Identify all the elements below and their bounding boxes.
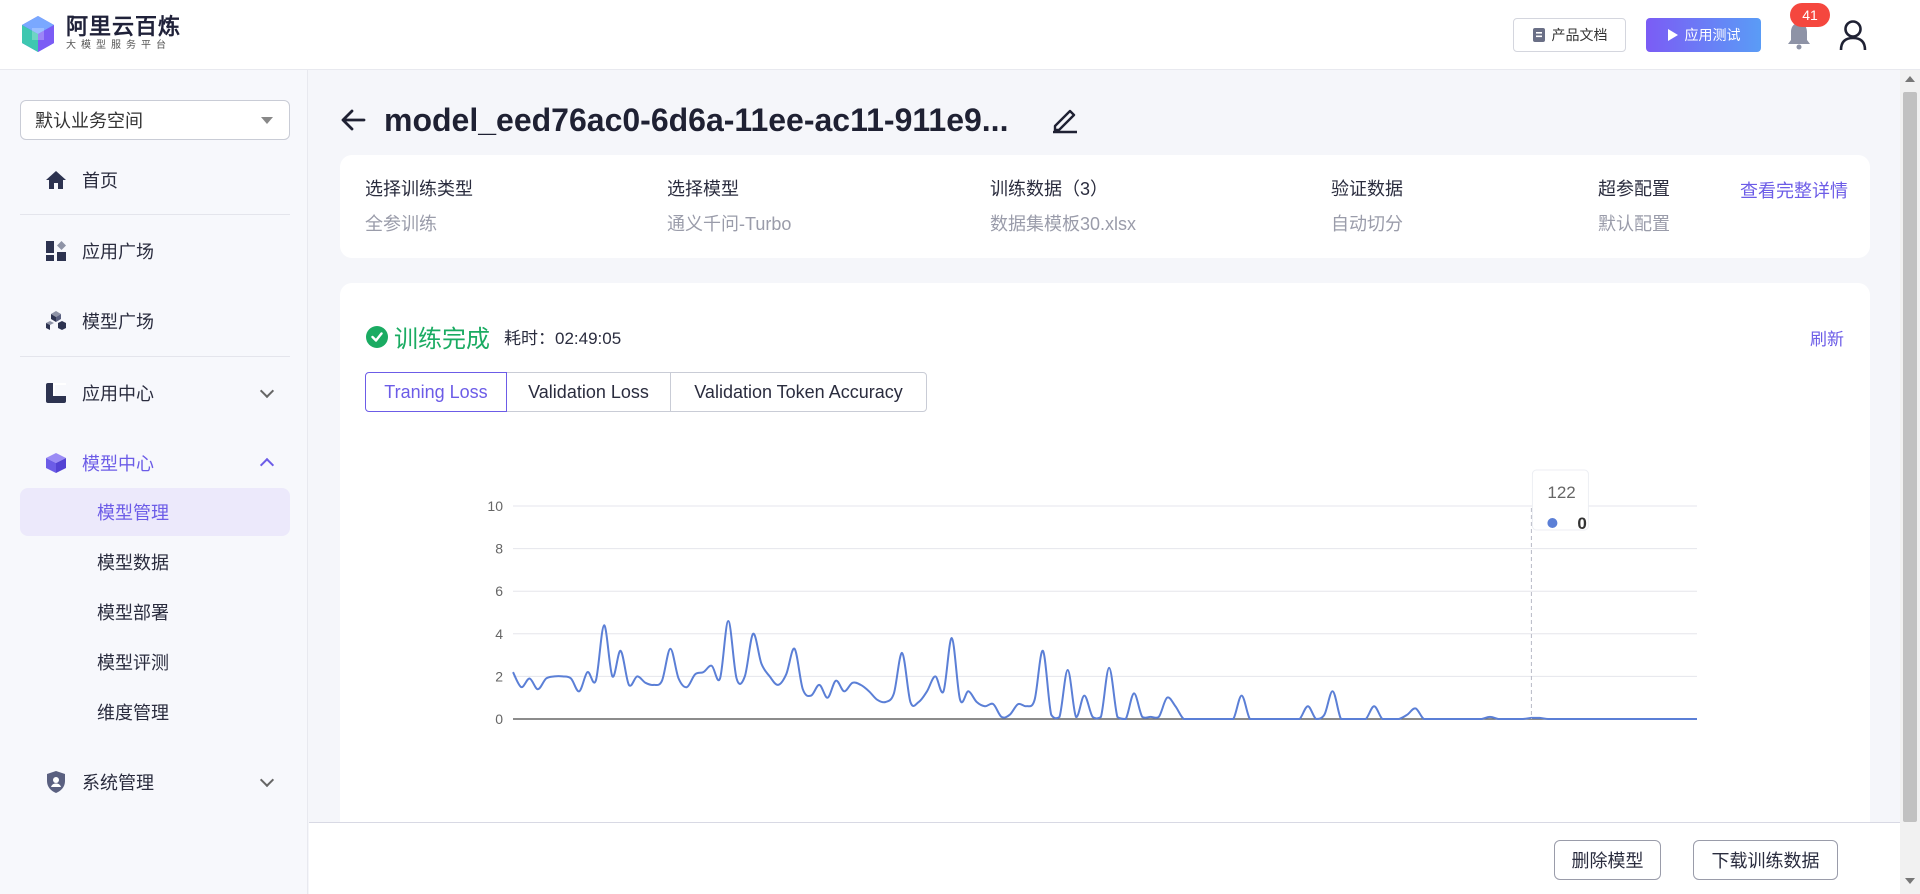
info-model: 选择模型 通义千问-Turbo [667, 177, 791, 236]
info-training-data: 训练数据（3） 数据集模板30.xlsx [990, 177, 1136, 236]
tooltip-value: 0 [1577, 514, 1586, 533]
divider [20, 356, 290, 357]
info-value: 默认配置 [1598, 214, 1670, 234]
tooltip-marker [1547, 518, 1558, 528]
page-header: model_eed76ac0-6d6a-11ee-ac11-911e9... [338, 100, 1008, 140]
workspace-label: 默认业务空间 [35, 111, 143, 131]
logo-subtitle: 大模型服务平台 [66, 40, 171, 51]
sidebar-subitem-label: 维度管理 [97, 703, 169, 723]
info-label: 验证数据 [1331, 179, 1403, 199]
app-test-label: 应用测试 [1684, 27, 1741, 43]
tab-training-loss[interactable]: Traning Loss [365, 372, 507, 412]
notification-badge: 41 [1790, 3, 1830, 27]
logo[interactable]: 阿里云百炼 大模型服务平台 [18, 14, 181, 54]
shield-icon [44, 770, 68, 794]
back-arrow-icon[interactable] [338, 105, 368, 135]
view-details-link[interactable]: 查看完整详情 [1740, 177, 1848, 203]
series-line-training-loss [512, 619, 1697, 721]
sidebar-subitem-model-data[interactable]: 模型数据 [20, 538, 290, 586]
loss-chart[interactable]: 02468101220 [340, 283, 1870, 823]
y-tick-label: 4 [495, 626, 503, 642]
sidebar-item-app-center[interactable]: 应用中心 [20, 368, 290, 418]
info-training-type: 选择训练类型 全参训练 [365, 177, 473, 236]
info-hyperparams: 超参配置 默认配置 [1598, 177, 1670, 236]
sidebar-subitem-label: 模型部署 [97, 603, 169, 623]
sidebar-subitem-label: 模型管理 [97, 503, 169, 523]
sidebar-item-model-center[interactable]: 模型中心 [20, 438, 290, 488]
page-scrollbar[interactable] [1900, 70, 1920, 894]
training-info-card: 选择训练类型 全参训练 选择模型 通义千问-Turbo 训练数据（3） 数据集模… [340, 155, 1870, 258]
sidebar-subitem-label: 模型数据 [97, 553, 169, 573]
y-tick-label: 10 [487, 498, 503, 514]
delete-model-button[interactable]: 删除模型 [1554, 840, 1661, 880]
chevron-up-icon [259, 457, 275, 473]
divider [20, 214, 290, 215]
app-test-button[interactable]: 应用测试 [1646, 18, 1761, 52]
scroll-up-icon[interactable] [1905, 76, 1915, 82]
info-label: 训练数据（3） [990, 179, 1109, 199]
download-training-data-button[interactable]: 下载训练数据 [1693, 840, 1838, 880]
product-docs-button[interactable]: 产品文档 [1513, 18, 1626, 52]
y-tick-label: 8 [495, 541, 503, 557]
y-tick-label: 0 [495, 711, 503, 727]
info-value: 自动切分 [1331, 214, 1403, 234]
tooltip-x-label: 122 [1547, 483, 1575, 502]
scroll-down-icon[interactable] [1905, 878, 1915, 884]
sidebar-item-label: 系统管理 [82, 773, 154, 793]
top-bar: 阿里云百炼 大模型服务平台 产品文档 应用测试 41 [0, 0, 1920, 70]
caret-down-icon [261, 117, 273, 124]
sidebar-subitem-model-eval[interactable]: 模型评测 [20, 638, 290, 686]
y-tick-label: 6 [495, 583, 503, 599]
sidebar-subitem-model-deploy[interactable]: 模型部署 [20, 588, 290, 636]
sidebar-item-label: 应用中心 [82, 384, 154, 404]
sidebar-item-model-plaza[interactable]: 模型广场 [20, 296, 290, 346]
info-value: 通义千问-Turbo [667, 214, 792, 234]
edit-icon[interactable] [1050, 104, 1080, 134]
sidebar-item-label: 模型广场 [82, 312, 154, 332]
sidebar-item-label: 应用广场 [82, 242, 154, 262]
home-icon [44, 168, 68, 192]
model-center-icon [44, 451, 68, 475]
sidebar-item-label: 首页 [82, 171, 118, 191]
sidebar-item-home[interactable]: 首页 [20, 155, 290, 205]
info-value: 数据集模板30.xlsx [990, 214, 1137, 234]
info-label: 选择训练类型 [365, 179, 473, 199]
play-icon [1667, 29, 1678, 41]
y-tick-label: 2 [495, 668, 503, 684]
workspace-select[interactable]: 默认业务空间 [20, 100, 290, 140]
product-docs-label: 产品文档 [1551, 27, 1608, 43]
logo-icon [18, 14, 58, 54]
cubes-icon [44, 309, 68, 333]
sidebar-item-app-plaza[interactable]: 应用广场 [20, 226, 290, 276]
document-icon [1532, 28, 1545, 42]
footer-action-bar: 删除模型 下载训练数据 [309, 822, 1900, 894]
page-title: model_eed76ac0-6d6a-11ee-ac11-911e9... [384, 101, 1009, 138]
sidebar-subitem-label: 模型评测 [97, 653, 169, 673]
app-center-icon [44, 381, 68, 405]
sidebar-subitem-model-management[interactable]: 模型管理 [20, 488, 290, 536]
info-label: 超参配置 [1598, 179, 1670, 199]
sidebar-item-label: 模型中心 [82, 454, 154, 474]
logo-title: 阿里云百炼 [66, 14, 182, 39]
info-value: 全参训练 [365, 214, 437, 234]
chevron-down-icon [259, 383, 275, 399]
sidebar-item-system-management[interactable]: 系统管理 [20, 757, 290, 807]
chevron-down-icon [259, 772, 275, 788]
training-result-card: 训练完成 耗时：02:49:05 刷新 Traning Loss Validat… [340, 283, 1870, 843]
app-grid-icon [44, 239, 68, 263]
scroll-thumb[interactable] [1903, 92, 1917, 822]
info-label: 选择模型 [667, 179, 739, 199]
info-validation-data: 验证数据 自动切分 [1331, 177, 1403, 236]
user-icon[interactable] [1838, 18, 1868, 52]
sidebar-subitem-dimension-management[interactable]: 维度管理 [20, 688, 290, 736]
sidebar: 默认业务空间 首页 应用广场 模型广场 应用中心 模型中心 模型管理 模型数据 … [0, 70, 308, 894]
